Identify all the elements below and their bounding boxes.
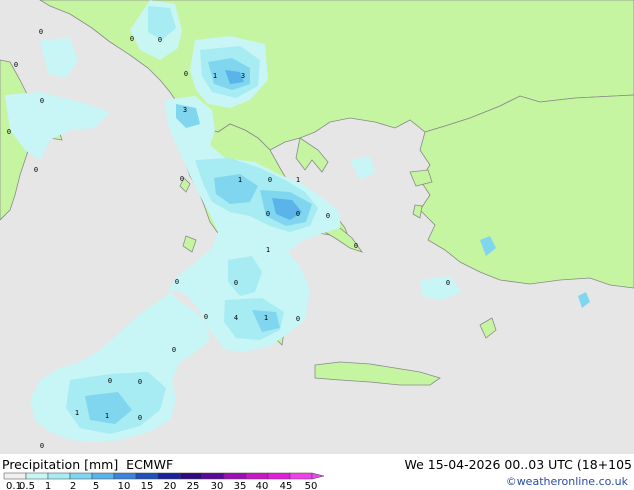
- precip-value-label: 0: [268, 176, 272, 184]
- legend-label: 45: [280, 481, 293, 490]
- precip-value-label: 3: [183, 106, 187, 114]
- precip-value-label: 0: [130, 35, 134, 43]
- legend-swatch: [47, 472, 71, 480]
- legend-arrow: [311, 472, 325, 480]
- precip-value-label: 0: [138, 414, 142, 422]
- legend-swatch: [113, 472, 137, 480]
- legend-swatch: [267, 472, 291, 480]
- legend-swatch: [179, 472, 203, 480]
- legend-label: 30: [211, 481, 224, 490]
- legend-swatch: [69, 472, 93, 480]
- legend-swatch: [135, 472, 159, 480]
- precip-value-label: 0: [354, 242, 358, 250]
- precip-value-label: 1: [105, 412, 109, 420]
- precip-value-label: 0: [34, 166, 38, 174]
- valid-time: We 15-04-2026 00..03 UTC (18+105: [404, 457, 632, 472]
- precip-value-label: 0: [14, 61, 18, 69]
- precip-value-label: 0: [204, 313, 208, 321]
- legend-swatch: [25, 472, 49, 480]
- legend-label: 15: [141, 481, 154, 490]
- precip-value-label: 1: [75, 409, 79, 417]
- precip-value-label: 1: [296, 176, 300, 184]
- precip-value-label: 1: [213, 72, 217, 80]
- legend-swatch: [3, 472, 27, 480]
- product-title: Precipitation [mm] ECMWF: [2, 457, 173, 472]
- legend-label: 2: [70, 481, 76, 490]
- precip-value-label: 0: [296, 315, 300, 323]
- legend-label: 1: [45, 481, 51, 490]
- precip-value-label: 0: [234, 279, 238, 287]
- legend-label: 20: [164, 481, 177, 490]
- precip-value-label: 0: [40, 97, 44, 105]
- product-name: Precipitation [mm]: [2, 457, 119, 472]
- precip-value-label: 0: [184, 70, 188, 78]
- precip-value-label: 0: [7, 128, 11, 136]
- legend-swatch: [245, 472, 269, 480]
- legend-label: 0.5: [19, 481, 35, 490]
- precip-value-label: 0: [175, 278, 179, 286]
- precip-value-label: 0: [158, 36, 162, 44]
- legend-label: 25: [187, 481, 200, 490]
- precip-value-label: 0: [180, 175, 184, 183]
- precip-value-label: 0: [39, 28, 43, 36]
- legend-swatch: [201, 472, 225, 480]
- model-name: ECMWF: [126, 457, 174, 472]
- precip-value-label: 1: [238, 176, 242, 184]
- legend-swatch: [91, 472, 115, 480]
- precip-value-label: 0: [40, 442, 44, 450]
- color-legend: 0.10.5 1 2 5 10 15 20 25 30 35 40 45 50: [3, 472, 325, 490]
- legend-label: 40: [256, 481, 269, 490]
- precip-value-label: 0: [446, 279, 450, 287]
- precip-value-label: 3: [241, 72, 245, 80]
- precip-value-label: 0: [172, 346, 176, 354]
- credit-link[interactable]: ©weatheronline.co.uk: [506, 475, 628, 488]
- legend-swatch: [223, 472, 247, 480]
- legend-label: 10: [118, 481, 131, 490]
- legend-label: 50: [305, 481, 318, 490]
- precip-value-label: 0: [296, 210, 300, 218]
- precip-value-label: 1: [264, 314, 268, 322]
- precipitation-map: 0 0 0 0 0 0 1 3 3 0 0 1 0 0 1 0 0 0 1 0 0 0 0 1 4 0 0 0 0 1 1 0 0 0: [0, 0, 634, 468]
- legend-label: 5: [93, 481, 99, 490]
- map-stage: 0000001330010010001000014000011000 Preci…: [0, 0, 634, 490]
- precip-value-label: 0: [266, 210, 270, 218]
- legend-label: 35: [234, 481, 247, 490]
- precip-value-label: 0: [108, 377, 112, 385]
- precip-value-label: 1: [266, 246, 270, 254]
- precip-value-label: 0: [326, 212, 330, 220]
- precip-value-label: 0: [138, 378, 142, 386]
- legend-swatch: [289, 472, 313, 480]
- precip-value-label: 4: [234, 314, 238, 322]
- legend-swatch: [157, 472, 181, 480]
